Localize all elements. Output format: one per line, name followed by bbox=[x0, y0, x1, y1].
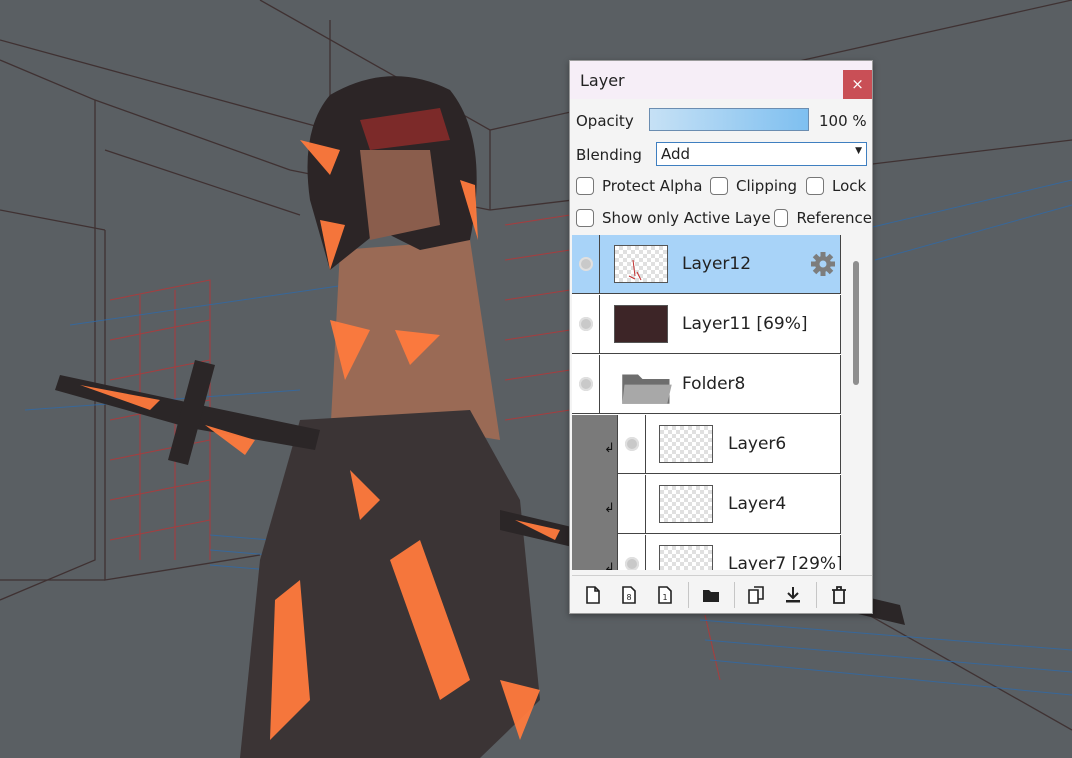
new-folder-icon[interactable] bbox=[700, 584, 722, 606]
visibility-toggle[interactable] bbox=[618, 475, 646, 533]
checkbox-label: Show only Active Laye bbox=[602, 209, 771, 227]
eye-dot-icon[interactable] bbox=[625, 437, 639, 451]
opacity-slider[interactable] bbox=[649, 108, 809, 131]
layer-list-scrollbar[interactable] bbox=[853, 261, 859, 385]
layer-thumbnail bbox=[659, 545, 713, 570]
layer-row-layer7[interactable]: Layer7 [29%] bbox=[618, 535, 841, 570]
dropdown-arrow-icon: ▼ bbox=[855, 146, 862, 156]
new-1bit-layer-icon[interactable]: 1 bbox=[654, 584, 676, 606]
clip-arrow-icon: ↲ bbox=[604, 561, 615, 570]
lock-checkbox[interactable]: Lock bbox=[806, 177, 866, 195]
visibility-toggle[interactable] bbox=[618, 415, 646, 473]
checkbox-box[interactable] bbox=[576, 177, 594, 195]
layer-row-layer4[interactable]: Layer4 bbox=[618, 475, 841, 534]
svg-text:8: 8 bbox=[626, 593, 631, 602]
checkbox-label: Reference bbox=[796, 209, 872, 227]
duplicate-layer-icon[interactable] bbox=[746, 584, 768, 606]
visibility-toggle[interactable] bbox=[572, 235, 600, 293]
folder-icon bbox=[622, 374, 672, 404]
new-8bit-layer-icon[interactable]: 8 bbox=[618, 584, 640, 606]
layer-name: Layer7 [29%] bbox=[728, 554, 841, 570]
reference-checkbox[interactable]: Reference bbox=[774, 209, 872, 227]
layer-row-layer12[interactable]: Layer12 bbox=[572, 235, 841, 294]
layer-list[interactable]: Layer12 Layer11 [69%] Folder8 ↲ ↲ ↲ Laye… bbox=[572, 235, 841, 570]
show-only-active-layer-checkbox[interactable]: Show only Active Laye bbox=[576, 209, 771, 227]
delete-layer-icon[interactable] bbox=[828, 584, 850, 606]
visibility-toggle[interactable] bbox=[572, 295, 600, 353]
layer-panel: Layer × Opacity 100 % Blending Add ▼ Pro… bbox=[569, 60, 873, 614]
layer-thumbnail bbox=[659, 485, 713, 523]
checkbox-box[interactable] bbox=[710, 177, 728, 195]
toolbar-divider bbox=[688, 582, 689, 608]
eye-dot-icon[interactable] bbox=[579, 257, 593, 271]
checkbox-label: Clipping bbox=[736, 177, 798, 195]
clipping-checkbox[interactable]: Clipping bbox=[710, 177, 797, 195]
layer-row-layer6[interactable]: Layer6 bbox=[618, 415, 841, 474]
clip-arrow-icon: ↲ bbox=[604, 501, 615, 516]
visibility-toggle[interactable] bbox=[618, 535, 646, 570]
svg-text:1: 1 bbox=[662, 593, 667, 602]
sketch-thumbnail-icon bbox=[628, 259, 642, 281]
checkbox-box[interactable] bbox=[576, 209, 594, 227]
panel-titlebar[interactable]: Layer × bbox=[570, 61, 872, 99]
layer-name: Layer11 [69%] bbox=[682, 314, 808, 334]
panel-title: Layer bbox=[580, 71, 625, 90]
blending-label: Blending bbox=[576, 146, 642, 164]
eye-dot-icon[interactable] bbox=[579, 377, 593, 391]
toolbar-divider bbox=[816, 582, 817, 608]
checkbox-box[interactable] bbox=[774, 209, 789, 227]
checkbox-label: Protect Alpha bbox=[602, 177, 703, 195]
layer-row-folder8[interactable]: Folder8 bbox=[572, 355, 841, 414]
new-layer-icon[interactable] bbox=[582, 584, 604, 606]
blending-select[interactable]: Add ▼ bbox=[656, 142, 867, 166]
opacity-label: Opacity bbox=[576, 112, 634, 130]
eye-dot-icon[interactable] bbox=[579, 317, 593, 331]
layer-thumbnail bbox=[614, 305, 668, 343]
checkbox-box[interactable] bbox=[806, 177, 824, 195]
visibility-toggle[interactable] bbox=[572, 355, 600, 413]
close-button[interactable]: × bbox=[843, 70, 872, 99]
layer-row-layer11[interactable]: Layer11 [69%] bbox=[572, 295, 841, 354]
layer-name: Layer12 bbox=[682, 254, 752, 274]
layer-name: Layer4 bbox=[728, 494, 787, 514]
layer-name: Layer6 bbox=[728, 434, 787, 454]
layer-toolbar: 8 1 bbox=[572, 575, 872, 612]
checkbox-label: Lock bbox=[832, 177, 867, 195]
close-icon: × bbox=[851, 75, 864, 93]
layer-name: Folder8 bbox=[682, 374, 746, 394]
toolbar-divider bbox=[734, 582, 735, 608]
layer-thumbnail bbox=[659, 425, 713, 463]
eye-dot-icon[interactable] bbox=[625, 557, 639, 570]
drawing-canvas[interactable] bbox=[0, 0, 1072, 758]
merge-down-icon[interactable] bbox=[782, 584, 804, 606]
protect-alpha-checkbox[interactable]: Protect Alpha bbox=[576, 177, 702, 195]
gear-icon[interactable] bbox=[810, 251, 836, 277]
clip-arrow-icon: ↲ bbox=[604, 441, 615, 456]
layer-thumbnail bbox=[614, 245, 668, 283]
blending-value: Add bbox=[661, 145, 691, 163]
opacity-value: 100 % bbox=[819, 112, 867, 130]
